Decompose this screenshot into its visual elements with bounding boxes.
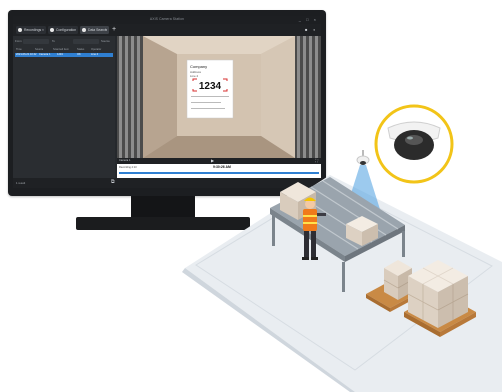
illustration: AXIS Camera Station _ □ × Recordings × C…	[0, 0, 502, 392]
ceiling-camera-icon	[356, 150, 370, 165]
warehouse-scene	[182, 104, 502, 392]
